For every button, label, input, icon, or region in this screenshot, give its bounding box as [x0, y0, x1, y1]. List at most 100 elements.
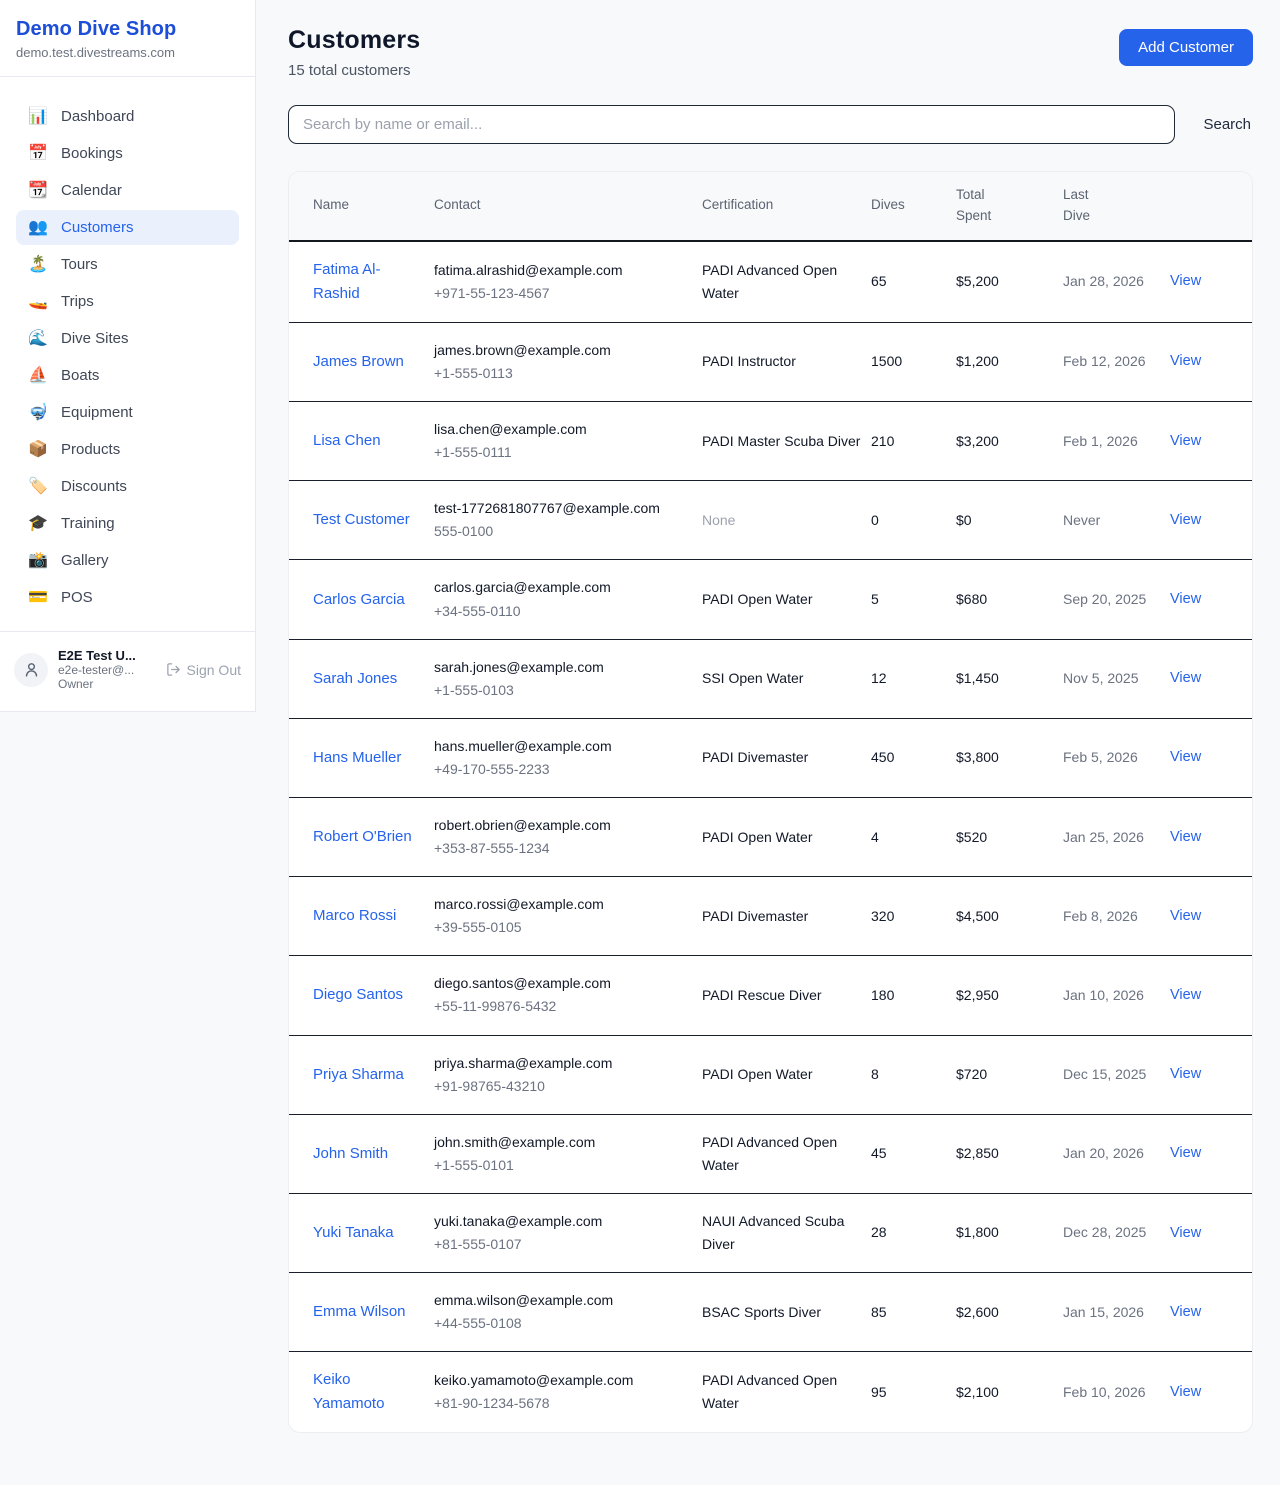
customer-last-dive: Nov 5, 2025	[1063, 639, 1170, 718]
sidebar-item-label: Equipment	[61, 404, 133, 421]
customer-last-dive: Jan 25, 2026	[1063, 797, 1170, 876]
customer-last-dive: Feb 8, 2026	[1063, 877, 1170, 956]
sidebar-item-calendar[interactable]: 📆 Calendar	[16, 173, 239, 208]
search-button[interactable]: Search	[1201, 110, 1253, 139]
sidebar-item-label: Calendar	[61, 182, 122, 199]
customer-certification: BSAC Sports Diver	[702, 1273, 871, 1352]
table-row: John Smith john.smith@example.com +1-555…	[289, 1114, 1252, 1193]
main-content: Customers 15 total customers Add Custome…	[256, 0, 1280, 1457]
customer-dives: 180	[871, 956, 956, 1035]
customer-email: priya.sharma@example.com	[434, 1052, 692, 1075]
sidebar-item-label: Products	[61, 441, 120, 458]
sidebar-item-pos[interactable]: 💳 POS	[16, 580, 239, 615]
customer-certification: PADI Master Scuba Diver	[702, 402, 871, 481]
customer-last-dive: Sep 20, 2025	[1063, 560, 1170, 639]
customer-name-link[interactable]: Test Customer	[313, 511, 410, 528]
customer-name-link[interactable]: Lisa Chen	[313, 432, 381, 449]
view-link[interactable]: View	[1170, 1066, 1201, 1082]
view-link[interactable]: View	[1170, 1304, 1201, 1320]
sidebar-item-dashboard[interactable]: 📊 Dashboard	[16, 99, 239, 134]
sidebar-item-trips[interactable]: 🚤 Trips	[16, 284, 239, 319]
sidebar-item-bookings[interactable]: 📅 Bookings	[16, 136, 239, 171]
calendar-date-icon: 📅	[28, 146, 48, 162]
table-row: Test Customer test-1772681807767@example…	[289, 481, 1252, 560]
sidebar-item-label: Discounts	[61, 478, 127, 495]
customer-name-link[interactable]: Yuki Tanaka	[313, 1224, 394, 1241]
view-link[interactable]: View	[1170, 987, 1201, 1003]
customer-total-spent: $3,200	[956, 402, 1063, 481]
customer-name-link[interactable]: Hans Mueller	[313, 749, 401, 766]
customer-name-link[interactable]: Emma Wilson	[313, 1303, 406, 1320]
view-link[interactable]: View	[1170, 908, 1201, 924]
customer-name-link[interactable]: Fatima Al-Rashid	[313, 261, 381, 302]
user-section: E2E Test U... e2e-tester@... Owner Sign …	[0, 631, 255, 711]
customer-name-link[interactable]: Diego Santos	[313, 986, 403, 1003]
customer-phone: +1-555-0111	[434, 441, 692, 464]
view-link[interactable]: View	[1170, 749, 1201, 765]
customer-email: james.brown@example.com	[434, 339, 692, 362]
sidebar-item-gallery[interactable]: 📸 Gallery	[16, 543, 239, 578]
view-link[interactable]: View	[1170, 591, 1201, 607]
shop-domain: demo.test.divestreams.com	[16, 45, 239, 60]
sidebar-item-tours[interactable]: 🏝️ Tours	[16, 247, 239, 282]
shop-title: Demo Dive Shop	[16, 18, 239, 41]
customer-certification: PADI Instructor	[702, 322, 871, 401]
sidebar-item-products[interactable]: 📦 Products	[16, 432, 239, 467]
view-link[interactable]: View	[1170, 829, 1201, 845]
search-input[interactable]	[288, 105, 1175, 144]
sidebar-item-label: Dive Sites	[61, 330, 129, 347]
graduation-cap-icon: 🎓	[28, 516, 48, 532]
sidebar-item-discounts[interactable]: 🏷️ Discounts	[16, 469, 239, 504]
customer-phone: +971-55-123-4567	[434, 282, 692, 305]
customer-last-dive: Jan 28, 2026	[1063, 241, 1170, 323]
customer-name-link[interactable]: Keiko Yamamoto	[313, 1371, 384, 1412]
sidebar-item-equipment[interactable]: 🤿 Equipment	[16, 395, 239, 430]
speedboat-icon: 🚤	[28, 294, 48, 310]
customer-certification: NAUI Advanced Scuba Diver	[702, 1193, 871, 1272]
sign-out-button[interactable]: Sign Out	[166, 662, 241, 678]
left-column: Demo Dive Shop demo.test.divestreams.com…	[0, 0, 256, 712]
view-link[interactable]: View	[1170, 1384, 1201, 1400]
customer-name-link[interactable]: Robert O'Brien	[313, 828, 412, 845]
view-link[interactable]: View	[1170, 670, 1201, 686]
customer-name-link[interactable]: John Smith	[313, 1145, 388, 1162]
customer-certification: SSI Open Water	[702, 639, 871, 718]
bar-chart-icon: 📊	[28, 109, 48, 125]
customer-phone: +1-555-0113	[434, 362, 692, 385]
customer-dives: 45	[871, 1114, 956, 1193]
customer-total-spent: $4,500	[956, 877, 1063, 956]
sailboat-icon: ⛵	[28, 368, 48, 384]
customer-total-spent: $0	[956, 481, 1063, 560]
tear-off-calendar-icon: 📆	[28, 183, 48, 199]
customer-email: lisa.chen@example.com	[434, 418, 692, 441]
customer-dives: 320	[871, 877, 956, 956]
sidebar-item-label: Customers	[61, 219, 134, 236]
customer-name-link[interactable]: Marco Rossi	[313, 907, 396, 924]
customer-dives: 0	[871, 481, 956, 560]
sidebar-item-dive-sites[interactable]: 🌊 Dive Sites	[16, 321, 239, 356]
view-link[interactable]: View	[1170, 273, 1201, 289]
customer-certification: PADI Advanced Open Water	[702, 241, 871, 323]
customer-last-dive: Jan 20, 2026	[1063, 1114, 1170, 1193]
customer-dives: 210	[871, 402, 956, 481]
customer-name-link[interactable]: Carlos Garcia	[313, 591, 405, 608]
customers-table-card: NameContactCertificationDivesTotal Spent…	[288, 171, 1253, 1433]
view-link[interactable]: View	[1170, 1225, 1201, 1241]
view-link[interactable]: View	[1170, 1145, 1201, 1161]
customer-name-link[interactable]: Sarah Jones	[313, 670, 397, 687]
view-link[interactable]: View	[1170, 433, 1201, 449]
view-link[interactable]: View	[1170, 512, 1201, 528]
customer-name-link[interactable]: Priya Sharma	[313, 1066, 404, 1083]
sidebar-item-customers[interactable]: 👥 Customers	[16, 210, 239, 245]
add-customer-button[interactable]: Add Customer	[1119, 29, 1253, 66]
customer-count: 15 total customers	[288, 62, 420, 79]
table-row: Fatima Al-Rashid fatima.alrashid@example…	[289, 241, 1252, 323]
customer-dives: 85	[871, 1273, 956, 1352]
user-email: e2e-tester@...	[58, 663, 156, 677]
sidebar-item-training[interactable]: 🎓 Training	[16, 506, 239, 541]
customer-total-spent: $1,200	[956, 322, 1063, 401]
view-link[interactable]: View	[1170, 353, 1201, 369]
customer-name-link[interactable]: James Brown	[313, 353, 404, 370]
sidebar-item-boats[interactable]: ⛵ Boats	[16, 358, 239, 393]
table-row: James Brown james.brown@example.com +1-5…	[289, 322, 1252, 401]
